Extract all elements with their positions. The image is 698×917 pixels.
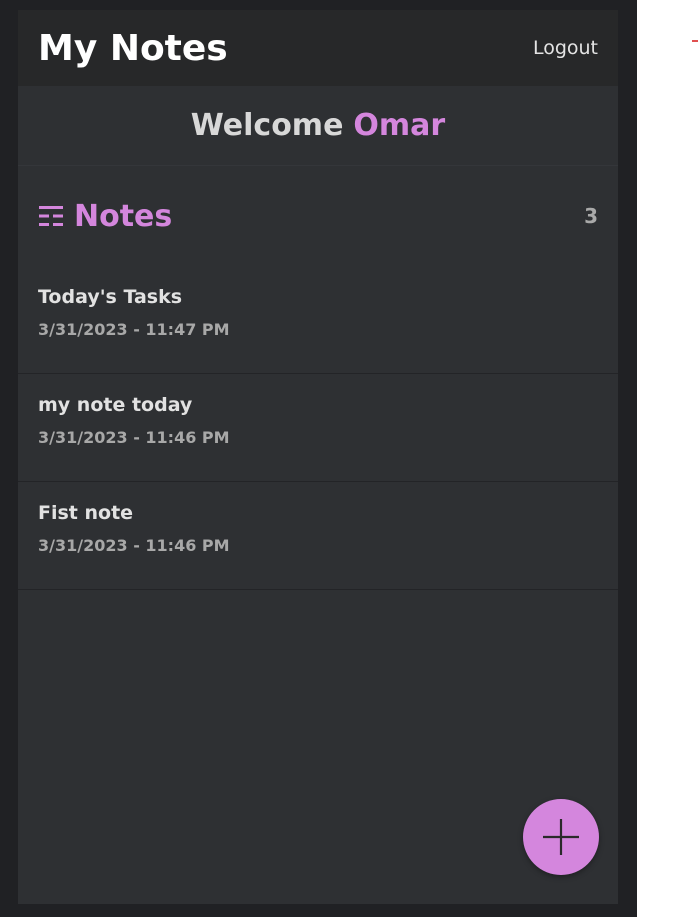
note-title: Fist note bbox=[38, 502, 134, 524]
notes-list: Today's Tasks 3/31/2023 - 11:47 PM my no… bbox=[18, 266, 618, 590]
note-item[interactable]: Today's Tasks 3/31/2023 - 11:47 PM bbox=[18, 266, 618, 374]
logout-button[interactable]: Logout bbox=[533, 37, 598, 59]
plus-icon bbox=[543, 819, 579, 855]
notes-heading: Notes bbox=[38, 199, 172, 234]
user-name: Omar bbox=[353, 108, 446, 143]
notes-count: 3 bbox=[584, 204, 598, 228]
top-bar: My Notes Logout bbox=[18, 10, 618, 86]
welcome-text: Welcome bbox=[190, 108, 344, 143]
note-date: 3/31/2023 - 11:46 PM bbox=[38, 428, 230, 447]
list-icon bbox=[39, 206, 63, 226]
note-item[interactable]: my note today 3/31/2023 - 11:46 PM bbox=[18, 374, 618, 482]
notes-heading-label: Notes bbox=[74, 198, 173, 234]
note-date: 3/31/2023 - 11:47 PM bbox=[38, 320, 230, 339]
note-date: 3/31/2023 - 11:46 PM bbox=[38, 536, 230, 555]
note-item[interactable]: Fist note 3/31/2023 - 11:46 PM bbox=[18, 482, 618, 590]
notes-header: Notes 3 bbox=[18, 166, 618, 266]
add-note-button[interactable] bbox=[523, 799, 599, 875]
edge-mark bbox=[692, 40, 698, 42]
app-frame: My Notes Logout Welcome Omar Notes 3 Tod… bbox=[0, 0, 637, 917]
notes-panel: My Notes Logout Welcome Omar Notes 3 Tod… bbox=[18, 10, 618, 904]
welcome-banner: Welcome Omar bbox=[18, 86, 618, 166]
note-title: my note today bbox=[38, 394, 193, 416]
note-title: Today's Tasks bbox=[38, 286, 183, 308]
app-title: My Notes bbox=[38, 27, 228, 69]
